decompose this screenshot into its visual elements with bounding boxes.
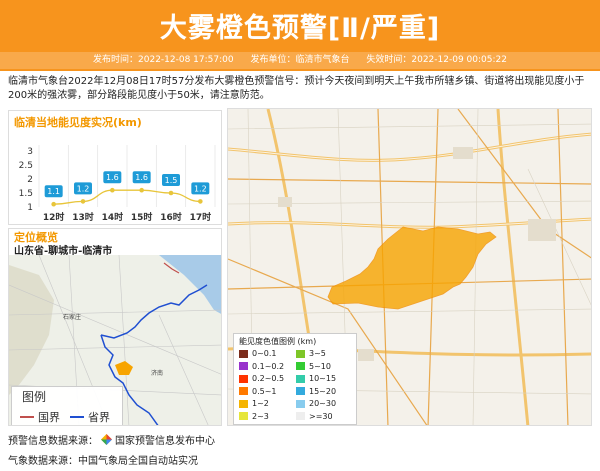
legend-title: 图例 [22, 390, 47, 404]
legend-label: 15~20 [309, 386, 337, 396]
location-overview-panel: 定位概览 山东省-聊城市-临清市 石家庄 济南 图例 国界 省界 [8, 228, 222, 426]
visibility-legend-item: 10~15 [296, 374, 336, 383]
legend-swatch [296, 349, 305, 358]
weather-source: 气象数据来源：中国气象局全国自动站实况 [8, 456, 198, 467]
warning-header: 大雾橙色预警[Ⅱ/严重] 发布时间：2022-12-08 17:57:00 发布… [0, 0, 600, 71]
legend-label: 1~2 [252, 399, 269, 408]
visibility-legend-item: 20~30 [296, 399, 336, 408]
legend-swatch [296, 399, 305, 408]
expire-time: 失效时间：2022-12-09 00:05:22 [366, 55, 507, 65]
data-point [80, 199, 86, 204]
legend-label: 0.1~0.2 [252, 361, 285, 371]
map-legend: 图例 国界 省界 [11, 386, 123, 425]
visibility-chart-panel: 1 1.5 2 2.5 3 1.1 1.2 1.6 1.6 1.5 1.2 12时 13时 14时 15时 1… [8, 110, 222, 225]
legend-label: 0.2~0.5 [252, 374, 285, 383]
data-label: 1.6 [135, 173, 148, 182]
x-tick-label: 16时 [160, 211, 182, 223]
y-tick-label: 2 [27, 175, 33, 185]
data-label: 1.2 [77, 184, 90, 193]
visibility-legend-item: 1~2 [239, 399, 269, 408]
issuer: 发布单位：临清市气象台 [250, 55, 350, 65]
visibility-legend-item: 0.1~0.2 [239, 362, 284, 371]
chart-title: 临清当地能见度实况(km) [14, 116, 142, 129]
data-point [139, 187, 144, 193]
data-point [110, 187, 115, 193]
warning-source: 国家预警信息发布中心 [115, 436, 215, 447]
legend-label: 3~5 [309, 349, 326, 358]
legend-swatch [239, 387, 248, 395]
x-tick-label: 15时 [131, 211, 153, 223]
visibility-legend: 能见度色值图例 (km) 0~0.1 3~5 0.1~0.2 5~10 0.2~0.5 1… [233, 333, 357, 425]
data-label: 1.2 [194, 184, 207, 193]
issue-time: 发布时间：2022-12-08 17:57:00 [93, 55, 234, 65]
city-label-jinan: 济南 [151, 369, 163, 377]
visibility-legend-item: 5~10 [296, 362, 331, 371]
legend-swatch [296, 362, 305, 370]
weather-source-line: 气象数据来源：中国气象局全国自动站实况 [8, 452, 198, 467]
legend-label: 2~3 [252, 411, 269, 421]
legend-item-province-border: 省界 [70, 409, 110, 425]
legend-label: 0.5~1 [252, 386, 277, 396]
legend-swatch [239, 362, 248, 370]
legend-swatch [239, 399, 248, 408]
visibility-legend-item: 15~20 [296, 387, 336, 396]
visibility-legend-item: 0.5~1 [239, 387, 277, 396]
legend-label: 10~15 [309, 374, 337, 383]
legend-swatch [239, 349, 248, 358]
visibility-legend-item: 2~3 [239, 412, 269, 421]
data-label: 1.6 [106, 173, 119, 182]
x-tick-label: 17时 [190, 211, 212, 223]
y-tick-label: 2.5 [19, 161, 33, 171]
visibility-legend-item: 0~0.1 [239, 349, 277, 358]
legend-label: 0~0.1 [252, 349, 277, 358]
legend-swatch [239, 412, 248, 420]
visibility-legend-item: >=30 [296, 412, 333, 421]
warning-source-label: 预警信息数据来源： [8, 436, 98, 447]
warning-description: 临清市气象台2022年12月08日17时57分发布大雾橙色预警信号：预计今天夜间… [8, 76, 585, 101]
warning-title: 大雾橙色预警[Ⅱ/严重] [159, 13, 441, 44]
data-point [51, 201, 56, 207]
legend-swatch [296, 412, 305, 420]
data-point [198, 199, 203, 204]
national-border-swatch [20, 416, 34, 418]
detail-map-panel[interactable]: 能见度色值图例 (km) 0~0.1 3~5 0.1~0.2 5~10 0.2~0.5 1… [227, 108, 592, 426]
data-point [168, 190, 174, 196]
legend-label: 省界 [88, 411, 110, 424]
warning-meta-bar: 发布时间：2022-12-08 17:57:00 发布单位：临清市气象台 失效时… [0, 52, 600, 69]
visibility-legend-item: 3~5 [296, 349, 326, 358]
province-border-swatch [70, 416, 84, 418]
legend-swatch [296, 387, 305, 395]
y-tick-label: 3 [27, 147, 33, 157]
legend-label: 5~10 [309, 361, 331, 371]
x-tick-label: 13时 [72, 211, 94, 223]
legend-label: >=30 [309, 411, 333, 421]
visibility-legend-item: 0.2~0.5 [239, 374, 284, 383]
city-label-shijiazhuang: 石家庄 [63, 313, 81, 321]
legend-swatch [239, 374, 248, 383]
x-tick-label: 12时 [43, 211, 65, 223]
legend-label: 国界 [38, 411, 60, 424]
legend-item-national-border: 国界 [20, 409, 60, 425]
visibility-legend-title: 能见度色值图例 (km) [239, 337, 317, 346]
warning-center-logo-icon [101, 434, 112, 445]
legend-label: 20~30 [309, 399, 337, 408]
x-tick-label: 14时 [102, 211, 124, 223]
y-tick-label: 1.5 [19, 189, 33, 199]
warning-source-line: 预警信息数据来源： 国家预警信息发布中心 [8, 432, 215, 447]
y-tick-label: 1 [27, 203, 33, 213]
legend-swatch [296, 374, 305, 383]
data-label: 1.5 [165, 176, 178, 185]
data-label: 1.1 [47, 187, 60, 196]
